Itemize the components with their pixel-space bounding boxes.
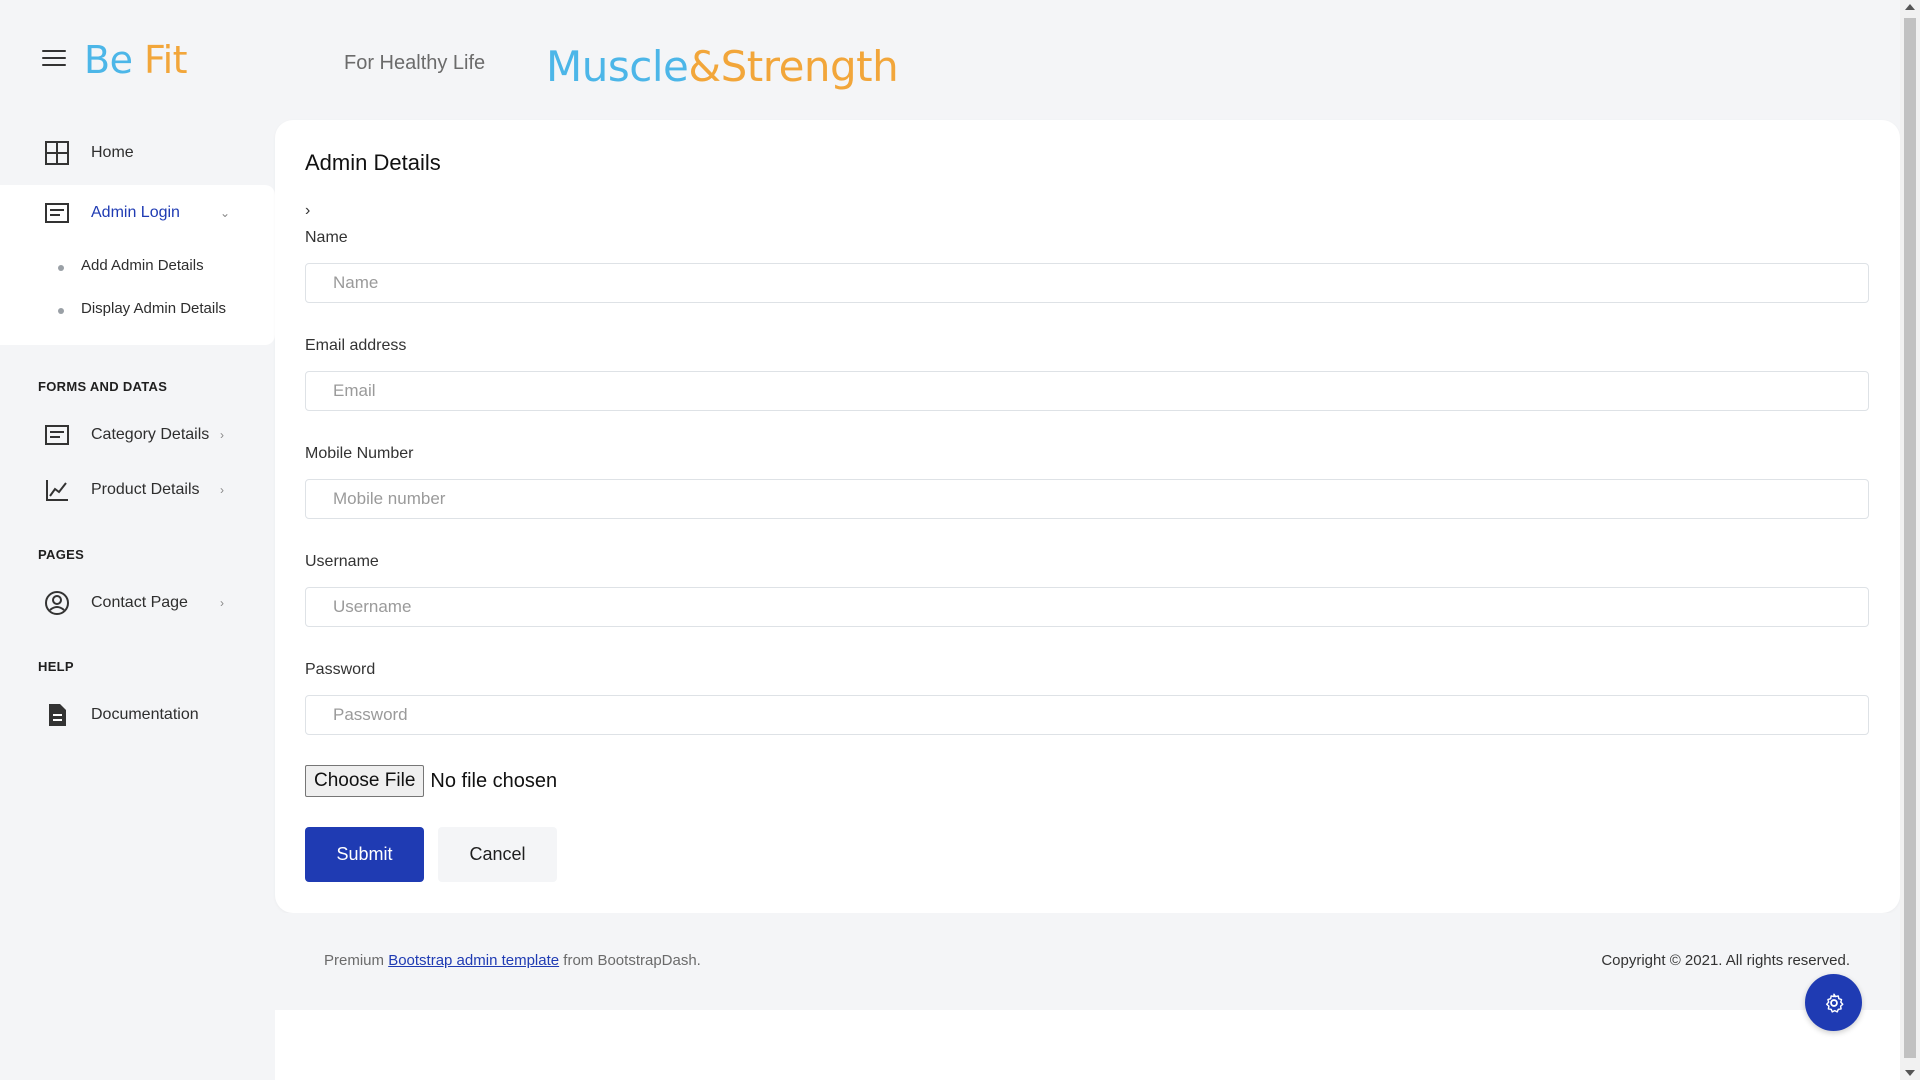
footer-credit: Premium Bootstrap admin template from Bo… bbox=[324, 952, 701, 969]
file-status: No file chosen bbox=[430, 769, 558, 792]
email-label: Email address bbox=[305, 337, 407, 354]
logo-strength: &Strength bbox=[688, 42, 899, 91]
settings-button[interactable] bbox=[1805, 974, 1862, 1031]
username-label: Username bbox=[305, 553, 379, 570]
sidebar-label-admin-login: Admin Login bbox=[91, 204, 180, 221]
choose-file-button[interactable]: Choose File bbox=[305, 765, 425, 797]
sidebar-item-category-details[interactable]: Category Details › bbox=[0, 407, 275, 463]
grid-icon bbox=[45, 141, 69, 165]
logo-muscle: Muscle bbox=[546, 42, 689, 91]
scroll-down-icon[interactable] bbox=[1905, 1070, 1915, 1076]
sidebar-label-documentation: Documentation bbox=[91, 706, 199, 723]
document-icon bbox=[49, 704, 66, 726]
sidebar-item-admin-login[interactable]: Admin Login ⌄ bbox=[0, 185, 275, 241]
section-title-help: HELP bbox=[38, 659, 74, 674]
password-input[interactable] bbox=[305, 695, 1869, 735]
name-input[interactable] bbox=[305, 263, 1869, 303]
sub-label-display-admin: Display Admin Details bbox=[81, 300, 227, 317]
email-input[interactable] bbox=[305, 371, 1869, 411]
sidebar-item-product-details[interactable]: Product Details › bbox=[0, 462, 275, 518]
brand-fit: Fit bbox=[144, 38, 188, 82]
form-icon bbox=[45, 425, 69, 445]
password-label: Password bbox=[305, 661, 376, 678]
form-icon bbox=[45, 203, 69, 223]
brand-be: Be bbox=[84, 38, 145, 82]
top-header: Be Fit For Healthy Life Muscle&Strength bbox=[0, 0, 1900, 120]
section-title-pages: PAGES bbox=[38, 547, 85, 562]
file-upload: Choose File No file chosen bbox=[305, 765, 557, 797]
footer-prefix: Premium bbox=[324, 952, 389, 969]
page-title: Admin Details bbox=[305, 150, 441, 175]
breadcrumb: › bbox=[305, 202, 311, 219]
name-label: Name bbox=[305, 229, 348, 246]
admin-details-card: Admin Details › Name Email address Mobil… bbox=[275, 120, 1900, 913]
chevron-down-icon: ⌄ bbox=[220, 206, 231, 220]
chart-line-icon bbox=[46, 480, 68, 501]
mobile-label: Mobile Number bbox=[305, 445, 414, 462]
tagline: For Healthy Life bbox=[344, 52, 486, 74]
submit-button[interactable]: Submit bbox=[305, 827, 424, 882]
username-input[interactable] bbox=[305, 587, 1869, 627]
sidebar-subitem-add-admin[interactable]: Add Admin Details bbox=[58, 257, 204, 274]
bootstrap-template-link[interactable]: Bootstrap admin template bbox=[388, 952, 559, 969]
scrollbar[interactable] bbox=[1900, 0, 1920, 1080]
sidebar-item-contact-page[interactable]: Contact Page › bbox=[0, 575, 275, 631]
footer-suffix: from BootstrapDash. bbox=[559, 952, 701, 969]
copyright: Copyright © 2021. All rights reserved. bbox=[1601, 952, 1850, 969]
footer: Premium Bootstrap admin template from Bo… bbox=[275, 913, 1900, 1010]
sidebar-item-home[interactable]: Home bbox=[0, 125, 275, 181]
user-circle-icon bbox=[45, 591, 69, 615]
sidebar-label-category: Category Details bbox=[91, 426, 210, 443]
brand-logo[interactable]: Be Fit bbox=[84, 38, 188, 82]
chevron-right-icon: › bbox=[220, 483, 224, 497]
secondary-logo: Muscle&Strength bbox=[546, 42, 899, 91]
scroll-thumb[interactable] bbox=[1904, 18, 1916, 1058]
menu-toggle-icon[interactable] bbox=[42, 50, 66, 70]
sub-label-add-admin: Add Admin Details bbox=[81, 257, 204, 274]
sidebar-label-home: Home bbox=[91, 144, 134, 161]
chevron-right-icon: › bbox=[220, 428, 224, 442]
sidebar-subitem-display-admin[interactable]: Display Admin Details bbox=[57, 300, 227, 317]
mobile-input[interactable] bbox=[305, 479, 1869, 519]
sidebar-label-product: Product Details bbox=[91, 481, 200, 498]
chevron-right-icon: › bbox=[220, 596, 224, 610]
section-title-forms: FORMS AND DATAS bbox=[38, 379, 168, 394]
sidebar: Home Admin Login ⌄ Add Admin Details Dis… bbox=[0, 120, 275, 1080]
sidebar-label-contact: Contact Page bbox=[91, 594, 188, 611]
scroll-up-icon[interactable] bbox=[1905, 4, 1915, 10]
sidebar-item-documentation[interactable]: Documentation bbox=[0, 687, 275, 743]
content-bottom bbox=[275, 1010, 1900, 1080]
gear-icon bbox=[1825, 993, 1843, 1013]
cancel-button[interactable]: Cancel bbox=[438, 827, 557, 882]
